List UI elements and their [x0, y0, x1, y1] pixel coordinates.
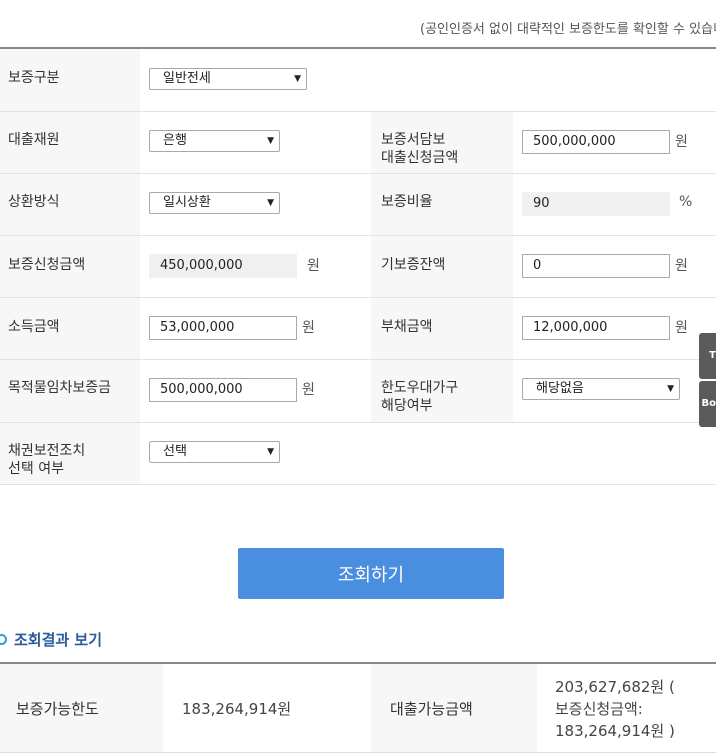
bullet-icon [0, 634, 7, 645]
unit-won: 원 [675, 320, 688, 336]
limit-preference-select[interactable]: 해당없음 ▼ [522, 378, 680, 400]
existing-guarantee-input[interactable]: 0 [522, 254, 670, 278]
chevron-down-icon: ▼ [267, 447, 274, 457]
bond-protection-label-2: 선택 여부 [8, 461, 64, 477]
guarantee-type-label: 보증구분 [8, 70, 60, 86]
guarantee-limit-label: 보증가능한도 [16, 700, 99, 718]
guarantee-ratio-field: 90 [522, 192, 670, 216]
chevron-down-icon: ▼ [267, 136, 274, 146]
form-row-guarantee-type: 보증구분 일반전세 ▼ [0, 49, 716, 112]
loan-available-value-2: 보증신청금액: [555, 700, 643, 718]
form-row-loan-source: 대출재원 은행 ▼ 보증서담보 대출신청금액 500,000,000 원 [0, 112, 716, 174]
form-row-lease-deposit: 목적물임차보증금 500,000,000 원 한도우대가구 해당여부 해당없음 ▼ [0, 360, 716, 423]
unit-won: 원 [302, 382, 315, 398]
loan-available-label: 대출가능금액 [390, 700, 473, 718]
repayment-select[interactable]: 일시상환 ▼ [149, 192, 280, 214]
notice-text: (공인인증서 없이 대략적인 보증한도를 확인할 수 있습니 [420, 22, 716, 37]
debt-input[interactable]: 12,000,000 [522, 316, 670, 340]
unit-won: 원 [675, 258, 688, 274]
debt-label: 부채금액 [381, 319, 433, 335]
bond-protection-select[interactable]: 선택 ▼ [149, 441, 280, 463]
income-label: 소득금액 [8, 319, 60, 335]
secured-loan-label-1: 보증서담보 [381, 132, 446, 148]
income-input[interactable]: 53,000,000 [149, 316, 297, 340]
results-title: 조회결과 보기 [14, 631, 103, 649]
guarantee-amount-label: 보증신청금액 [8, 257, 86, 273]
side-top-button[interactable]: T [699, 333, 716, 379]
loan-available-value-3: 183,264,914원 ) [555, 722, 675, 740]
guarantee-amount-field: 450,000,000 [149, 254, 297, 278]
loan-available-value-1: 203,627,682원 ( [555, 678, 675, 696]
chevron-down-icon: ▼ [267, 198, 274, 208]
loan-source-select[interactable]: 은행 ▼ [149, 130, 280, 152]
side-back-button[interactable]: Bo [699, 381, 716, 427]
lease-deposit-input[interactable]: 500,000,000 [149, 378, 297, 402]
chevron-down-icon: ▼ [667, 384, 674, 394]
search-button[interactable]: 조회하기 [238, 548, 504, 599]
existing-guarantee-label: 기보증잔액 [381, 257, 446, 273]
unit-percent: % [679, 194, 693, 210]
form-row-repayment: 상환방식 일시상환 ▼ 보증비율 90 % [0, 174, 716, 236]
form-row-guarantee-amount: 보증신청금액 450,000,000 원 기보증잔액 0 원 [0, 236, 716, 298]
repayment-label: 상환방식 [8, 194, 60, 210]
limit-preference-label-2: 해당여부 [381, 398, 433, 414]
secured-loan-label-2: 대출신청금액 [381, 150, 459, 166]
guarantee-limit-value: 183,264,914원 [182, 700, 292, 718]
chevron-down-icon: ▼ [294, 74, 301, 84]
bond-protection-label-1: 채권보전조치 [8, 443, 86, 459]
guarantee-type-select[interactable]: 일반전세 ▼ [149, 68, 307, 90]
unit-won: 원 [307, 258, 320, 274]
loan-source-label: 대출재원 [8, 132, 60, 148]
form-row-bond-protection: 채권보전조치 선택 여부 선택 ▼ [0, 423, 716, 485]
unit-won: 원 [302, 320, 315, 336]
form-row-income: 소득금액 53,000,000 원 부채금액 12,000,000 원 [0, 298, 716, 360]
secured-loan-input[interactable]: 500,000,000 [522, 130, 670, 154]
lease-deposit-label: 목적물임차보증금 [8, 380, 112, 396]
results-row: 보증가능한도 183,264,914원 대출가능금액 203,627,682원 … [0, 664, 716, 753]
guarantee-ratio-label: 보증비율 [381, 194, 433, 210]
limit-preference-label-1: 한도우대가구 [381, 380, 459, 396]
unit-won: 원 [675, 134, 688, 150]
